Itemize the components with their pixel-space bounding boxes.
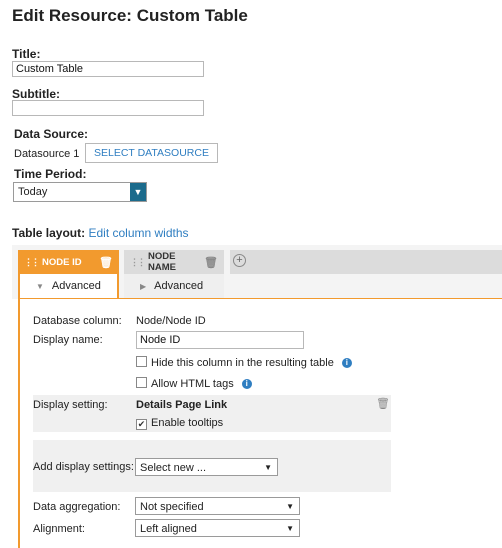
datasource-value: Datasource 1	[14, 148, 80, 160]
db-column-label: Database column:	[33, 315, 122, 327]
chevron-down-icon: ▼	[130, 183, 146, 201]
db-column-value: Node/Node ID	[136, 315, 206, 327]
trash-icon[interactable]: 🗑	[376, 397, 390, 410]
trash-icon[interactable]: 🗑	[204, 256, 218, 269]
subtitle-input[interactable]	[12, 100, 204, 116]
add-column-icon[interactable]: +	[233, 254, 246, 267]
caret-down-icon: ▼	[36, 281, 44, 291]
info-icon[interactable]: i	[241, 379, 252, 389]
select-datasource-button[interactable]: SELECT DATASOURCE	[85, 143, 218, 163]
trash-icon[interactable]: 🗑	[99, 256, 113, 269]
caret-down-icon: ▼	[286, 502, 294, 511]
caret-down-icon: ▼	[264, 463, 272, 472]
edit-column-widths-link[interactable]: Edit column widths	[88, 226, 188, 240]
page-title: Edit Resource: Custom Table	[12, 6, 248, 25]
subtitle-label: Subtitle:	[12, 87, 60, 101]
datasource-label: Data Source:	[14, 127, 89, 141]
hide-column-checkbox[interactable]	[136, 356, 147, 367]
timeperiod-value: Today	[18, 186, 48, 198]
caret-down-icon: ▼	[286, 524, 294, 533]
display-name-label: Display name:	[33, 334, 103, 346]
caret-right-icon: ▶	[140, 281, 147, 291]
timeperiod-select[interactable]: Today ▼	[13, 182, 147, 202]
tab-node-name-advanced[interactable]: ▶ Advanced	[124, 274, 224, 298]
add-column-area	[230, 250, 502, 274]
drag-handle-icon[interactable]: ⋮⋮	[130, 257, 146, 268]
title-input[interactable]	[12, 61, 204, 77]
add-display-select[interactable]: Select new ... ▼	[135, 458, 278, 476]
hide-column-row: Hide this column in the resulting table i	[136, 356, 352, 369]
alignment-select[interactable]: Left aligned ▼	[135, 519, 300, 537]
allow-html-row: Allow HTML tags i	[136, 377, 252, 390]
allow-html-checkbox[interactable]	[136, 377, 147, 388]
display-setting-label: Display setting:	[33, 399, 108, 411]
aggregation-select[interactable]: Not specified ▼	[135, 497, 300, 515]
tab-node-id-header: ⋮⋮ NODE ID 🗑	[18, 250, 119, 274]
add-display-label: Add display settings:	[33, 461, 134, 473]
alignment-label: Alignment:	[33, 523, 85, 535]
timeperiod-label: Time Period:	[14, 167, 87, 181]
display-name-input[interactable]	[136, 331, 304, 349]
tab-node-name-header: ⋮⋮ NODE NAME 🗑	[124, 250, 224, 274]
tab-node-name[interactable]: ⋮⋮ NODE NAME 🗑 ▶ Advanced	[124, 250, 224, 298]
aggregation-label: Data aggregation:	[33, 501, 121, 513]
enable-tooltips-checkbox[interactable]: ✔	[136, 419, 147, 430]
enable-tooltips-row: ✔ Enable tooltips	[136, 417, 224, 430]
title-label: Title:	[12, 47, 41, 61]
display-setting-value: Details Page Link	[136, 399, 228, 411]
drag-handle-icon[interactable]: ⋮⋮	[24, 257, 40, 268]
table-layout-label: Table layout: Edit column widths	[12, 226, 189, 240]
tab-node-id[interactable]: ⋮⋮ NODE ID 🗑 ▼ Advanced	[18, 250, 119, 298]
info-icon[interactable]: i	[341, 358, 352, 368]
tab-node-id-advanced[interactable]: ▼ Advanced	[20, 274, 117, 298]
